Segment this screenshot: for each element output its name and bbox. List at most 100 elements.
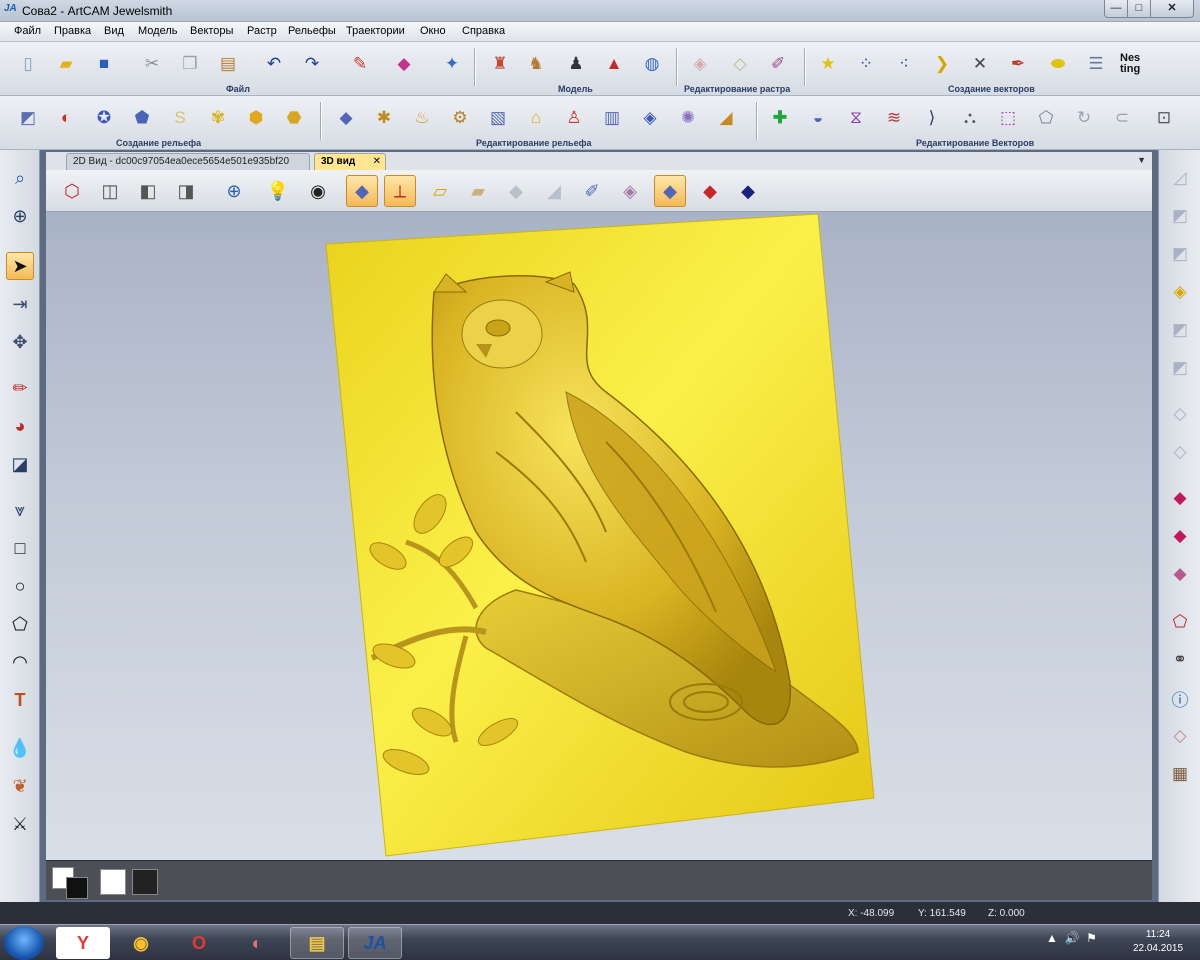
vector-select-icon[interactable]: ⬚ <box>994 104 1022 132</box>
tabs-dropdown-icon[interactable]: ▼ <box>1137 155 1146 165</box>
relief-scale-icon[interactable]: ▧ <box>484 104 512 132</box>
menu-raster[interactable]: Растр <box>247 25 277 37</box>
relief-brush-icon[interactable]: ◢ <box>712 104 740 132</box>
vector-bowl-icon[interactable]: ◒ <box>804 104 832 132</box>
render-icon[interactable]: ◆ <box>654 175 686 207</box>
notes-icon[interactable]: ✎ <box>346 50 374 78</box>
right-tool-6-icon[interactable]: ◩ <box>1166 354 1194 382</box>
relief-figure-icon[interactable]: ♙ <box>560 104 588 132</box>
rectangle-icon[interactable]: □ <box>6 534 34 562</box>
drop-icon[interactable]: 💧 <box>6 734 34 762</box>
shade-icon[interactable]: ◆ <box>500 175 532 207</box>
menu-edit[interactable]: Правка <box>54 25 91 37</box>
paint-brush-icon[interactable]: ◕ <box>6 412 34 440</box>
light-icon[interactable]: 💡 <box>262 175 294 207</box>
relief-wrap-icon[interactable]: ▥ <box>598 104 626 132</box>
vector-curve-icon[interactable]: ⊂ <box>1108 104 1136 132</box>
nesting-icon[interactable]: Nes ting <box>1120 50 1154 78</box>
menu-help[interactable]: Справка <box>462 25 505 37</box>
globe-icon[interactable]: ⊕ <box>6 202 34 230</box>
right-tool-4-icon[interactable]: ◈ <box>1166 278 1194 306</box>
redo-icon[interactable]: ↷ <box>298 50 326 78</box>
iso-view-icon[interactable]: ⬡ <box>56 175 88 207</box>
right-tool-12-icon[interactable]: ⬠ <box>1166 608 1194 636</box>
text-tool-icon[interactable]: T <box>6 686 34 714</box>
knife-icon[interactable]: ⚔ <box>6 810 34 838</box>
transform-icon[interactable]: ✥ <box>6 328 34 356</box>
relief-smooth-icon[interactable]: ♨ <box>408 104 436 132</box>
relief-sculpt-icon[interactable]: ✱ <box>370 104 398 132</box>
vector-mirror-icon[interactable]: ⧖ <box>842 104 870 132</box>
axes-icon[interactable]: ⟂ <box>384 175 416 207</box>
right-tool-15-icon[interactable]: ◇ <box>1166 722 1194 750</box>
menu-file[interactable]: Файл <box>14 25 41 37</box>
circle-icon[interactable]: ○ <box>6 572 34 600</box>
open-folder-icon[interactable]: ▰ <box>52 50 80 78</box>
start-button[interactable] <box>4 926 44 960</box>
relief-weave-icon[interactable]: ✾ <box>204 104 232 132</box>
material-icon[interactable]: ▱ <box>424 175 456 207</box>
hat-model-icon[interactable]: ▲ <box>600 50 628 78</box>
chrome-icon[interactable]: ◉ <box>114 927 168 959</box>
right-tool-7-icon[interactable]: ◇ <box>1166 400 1194 428</box>
relief-flat-icon[interactable]: ◆ <box>332 104 360 132</box>
feather-icon[interactable]: ❦ <box>6 772 34 800</box>
polygon-icon[interactable]: ⬠ <box>6 610 34 638</box>
right-tool-16-icon[interactable]: ▦ <box>1166 760 1194 788</box>
copy-icon[interactable]: ❐ <box>176 50 204 78</box>
vector-fit-icon[interactable]: ⊡ <box>1150 104 1178 132</box>
close-button[interactable]: ✕ <box>1150 0 1194 18</box>
maximize-button[interactable]: □ <box>1127 0 1151 18</box>
relief-star-icon[interactable]: ✪ <box>90 104 118 132</box>
text-vector-icon[interactable]: ⬬ <box>1044 50 1072 78</box>
menu-model[interactable]: Модель <box>138 25 177 37</box>
artcam-taskbar-icon[interactable]: JA <box>348 927 402 959</box>
vector-polygon-icon[interactable]: ⬠ <box>1032 104 1060 132</box>
ccleaner-icon[interactable]: ◐ <box>230 927 284 959</box>
select-arrow-icon[interactable]: ➤ <box>6 252 34 280</box>
split-view-icon[interactable]: ◈ <box>614 175 646 207</box>
menu-vectors[interactable]: Векторы <box>190 25 233 37</box>
right-tool-11-icon[interactable]: ◆ <box>1166 560 1194 588</box>
bear-model-icon[interactable]: ♞ <box>522 50 550 78</box>
tab-2d-view[interactable]: 2D Вид - dc00c97054ea0ece5654e501e935bf2… <box>66 153 310 170</box>
menu-reliefs[interactable]: Рельефы <box>288 25 336 37</box>
eye-icon[interactable]: ◉ <box>302 175 334 207</box>
nodes-vector-icon[interactable]: ⁖ <box>890 50 918 78</box>
layers-vector-icon[interactable]: ☰ <box>1082 50 1110 78</box>
new-file-icon[interactable]: ▯ <box>14 50 42 78</box>
3d-viewport[interactable] <box>46 212 1152 860</box>
black-swatch[interactable] <box>132 869 158 895</box>
taskbar-clock[interactable]: 11:24 22.04.2015 <box>1120 928 1196 956</box>
relief-import-icon[interactable]: ⬣ <box>280 104 308 132</box>
points-vector-icon[interactable]: ⁘ <box>852 50 880 78</box>
yandex-browser-icon[interactable]: Y <box>56 927 110 959</box>
right-tool-3-icon[interactable]: ◩ <box>1166 240 1194 268</box>
raster-paint-icon[interactable]: ✐ <box>764 50 792 78</box>
relief-offset-icon[interactable]: ◈ <box>636 104 664 132</box>
star-vector-icon[interactable]: ★ <box>814 50 842 78</box>
right-tool-10-icon[interactable]: ◆ <box>1166 522 1194 550</box>
model-tool-icon[interactable]: ♜ <box>486 50 514 78</box>
side-view-icon[interactable]: ◧ <box>132 175 164 207</box>
paint-view-icon[interactable]: ✐ <box>576 175 608 207</box>
relief-gear-icon[interactable]: ⚙ <box>446 104 474 132</box>
right-tool-9-icon[interactable]: ◆ <box>1166 484 1194 512</box>
system-tray-icons[interactable]: ▲ 🔊 ⚑ <box>1046 931 1097 945</box>
toolpath-view-icon[interactable]: ▰ <box>462 175 494 207</box>
undo-icon[interactable]: ↶ <box>260 50 288 78</box>
relief-extrude-icon[interactable]: ⬟ <box>128 104 156 132</box>
relief-spin-icon[interactable]: S <box>166 104 194 132</box>
relief-texture-icon[interactable]: ✺ <box>674 104 702 132</box>
top-view-icon[interactable]: ◨ <box>170 175 202 207</box>
right-tool-1-icon[interactable]: ◿ <box>1166 164 1194 192</box>
front-view-icon[interactable]: ◫ <box>94 175 126 207</box>
node-edit-icon[interactable]: ⇥ <box>6 290 34 318</box>
right-tool-2-icon[interactable]: ◩ <box>1166 202 1194 230</box>
raster-shape-icon[interactable]: ◇ <box>726 50 754 78</box>
menu-view[interactable]: Вид <box>104 25 124 37</box>
vector-join-icon[interactable]: ⟩ <box>918 104 946 132</box>
render-red-icon[interactable]: ◆ <box>694 175 726 207</box>
save-icon[interactable]: ■ <box>90 50 118 78</box>
vector-boolean-icon[interactable]: ⛬ <box>956 104 984 132</box>
